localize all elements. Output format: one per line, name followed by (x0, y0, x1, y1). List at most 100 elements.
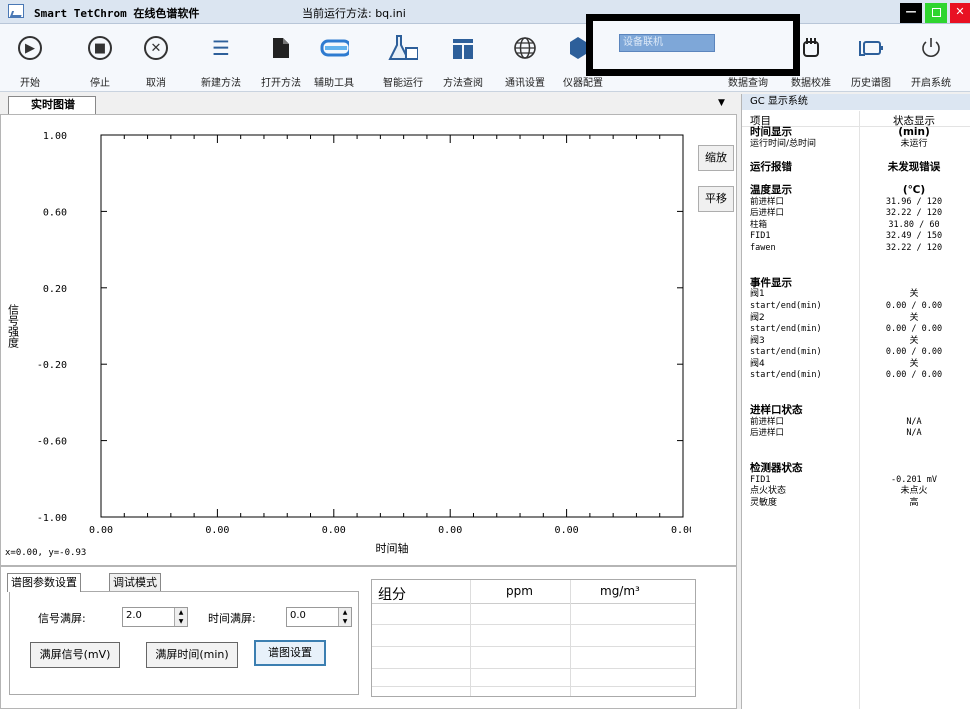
x-tick-label: 0.00 (322, 525, 346, 536)
gc-item-label: 阀2 (750, 312, 765, 323)
chart-settings-button[interactable]: 谱图设置 (254, 640, 326, 666)
gc-item-value: (min) (898, 126, 930, 138)
gc-status-row: 后进样口 32.22 / 120 (742, 208, 970, 220)
zoom-button[interactable]: 缩放 (698, 145, 734, 171)
gc-status-row: 检测器状态 (742, 463, 970, 475)
calibrate-icon (796, 34, 826, 62)
gc-status-row: 前进样口 31.96 / 120 (742, 197, 970, 209)
minimize-button[interactable]: — (900, 3, 922, 23)
x-tick-label: 0.00 (205, 525, 229, 536)
stop-button[interactable]: ■ 停止 (82, 24, 118, 92)
gc-item-value: 32.49 / 150 (885, 231, 943, 242)
coordinate-readout: x=0.00, y=-0.93 (5, 548, 87, 558)
col-component: 组分 (378, 587, 406, 603)
gc-item-value: N/A (906, 428, 922, 439)
aux-tools-label: 辅助工具 (314, 78, 354, 89)
start-button[interactable]: ▶ 开始 (12, 24, 48, 92)
data-calibrate-label: 数据校准 (791, 78, 831, 89)
col-ppm: ppm (506, 584, 533, 598)
fullscreen-time-button[interactable]: 满屏时间(min) (146, 642, 238, 668)
highlight-box: 设备联机 (586, 14, 800, 76)
tab-chart-params[interactable]: 谱图参数设置 (7, 573, 81, 592)
signal-fullscreen-value: 2.0 (126, 610, 142, 621)
gc-status-row: 事件显示 (742, 277, 970, 290)
gc-item-label: fawen (750, 242, 776, 253)
stop-label: 停止 (90, 78, 110, 89)
method-lookup-button[interactable]: 方法查阅 (438, 24, 488, 92)
gc-item-label: start/end(min) (750, 370, 822, 381)
y-tick-label: 1.00 (43, 131, 67, 142)
maximize-button[interactable] (925, 3, 947, 23)
col-mg-m3: mg/m³ (600, 584, 640, 598)
signal-fullscreen-spinner[interactable]: 2.0 ▲ ▼ (122, 607, 188, 627)
close-button[interactable]: ✕ (950, 3, 970, 23)
gc-item-label: 阀3 (750, 335, 765, 346)
main-toolbar: ▶ 开始 ■ 停止 ✕ 取消 ☰ 新建方法 打开方法 辅助工具 智能运行 方法查… (0, 24, 970, 92)
pan-button[interactable]: 平移 (698, 186, 734, 212)
gc-status-row: 阀1 关 (742, 289, 970, 301)
comm-settings-button[interactable]: 通讯设置 (498, 24, 552, 92)
smart-run-button[interactable]: 智能运行 (378, 24, 428, 92)
gc-item-value: N/A (906, 416, 922, 427)
gc-status-row: fawen 32.22 / 120 (742, 243, 970, 255)
flask-icon (388, 34, 418, 62)
title-bar: Smart TetChrom 在线色谱软件 当前运行方法: bq.ini — ✕ (0, 0, 970, 24)
y-tick-label: 0.60 (43, 207, 67, 218)
history-chart-button[interactable]: 历史谱图 (844, 24, 898, 92)
app-title: Smart TetChrom 在线色谱软件 (34, 7, 200, 20)
new-method-button[interactable]: ☰ 新建方法 (196, 24, 246, 92)
gc-status-row: 进样口状态 (742, 405, 970, 417)
gc-item-label: FID1 (750, 231, 771, 242)
gc-status-row: 后进样口 N/A (742, 428, 970, 440)
gc-item-label: 阀4 (750, 358, 765, 369)
gc-display-panel: GC 显示系统 项目 状态显示 时间显示 (min) 运行时间/总时间 未运行 运行报错… (741, 94, 970, 709)
gc-item-label: 检测器状态 (750, 462, 803, 475)
gc-status-row (742, 382, 970, 394)
gc-status-row (742, 255, 970, 267)
tab-dropdown-icon[interactable]: ▼ (718, 98, 725, 108)
gc-status-row: 时间显示 (min) (742, 127, 970, 139)
device-online-option[interactable]: 设备联机 (619, 34, 715, 52)
gc-status-row: 运行报错 未发现错误 (742, 160, 970, 174)
gc-item-label: 运行报错 (750, 160, 792, 173)
method-lookup-label: 方法查阅 (443, 78, 483, 89)
bottom-panel: 谱图参数设置 调试模式 信号满屏: 2.0 ▲ ▼ 时间满屏: 0.0 ▲ ▼ 满屏… (0, 566, 737, 709)
fullscreen-signal-button[interactable]: 满屏信号(mV) (30, 642, 120, 668)
x-tick-label: 0.00 (89, 525, 113, 536)
signal-fullscreen-label: 信号满屏: (38, 612, 86, 625)
gc-item-value: 未点火 (900, 486, 928, 497)
system-power-button[interactable]: 开启系统 (904, 24, 958, 92)
gc-item-value: (℃) (902, 183, 926, 196)
gc-item-value: 31.96 / 120 (885, 196, 943, 207)
instrument-config-label: 仪器配置 (563, 78, 603, 89)
open-file-icon (266, 34, 296, 62)
time-fullscreen-spinner[interactable]: 0.0 ▲ ▼ (286, 607, 352, 627)
component-table-header: 组分 ppm mg/m³ (372, 580, 695, 604)
data-query-label: 数据查询 (728, 78, 768, 89)
aux-tools-button[interactable]: 辅助工具 (310, 24, 358, 92)
time-fullscreen-label: 时间满屏: (208, 612, 256, 625)
x-tick-label: 0.00 (438, 525, 462, 536)
spinner-arrows-icon[interactable]: ▲ ▼ (338, 608, 351, 626)
gc-item-label: FID1 (750, 474, 771, 485)
gc-item-value: 0.00 / 0.00 (885, 324, 943, 335)
spinner-arrows-icon[interactable]: ▲ ▼ (174, 608, 187, 626)
chart-tabstrip: 实时图谱 ▼ (0, 94, 737, 114)
tab-debug-mode[interactable]: 调试模式 (109, 573, 161, 592)
x-tick-label: 0.00 (671, 525, 691, 536)
cancel-button[interactable]: ✕ 取消 (138, 24, 174, 92)
gc-status-row: FID1 -0.201 mV (742, 475, 970, 487)
realtime-chart[interactable]: 1.00 0.60 0.20 -0.20 -0.60 -1.00 0.00 0.00 0.00 0… (1, 115, 692, 565)
component-table: 组分 ppm mg/m³ (371, 579, 696, 697)
gc-status-row: start/end(min) 0.00 / 0.00 (742, 347, 970, 359)
plot-frame (100, 134, 684, 518)
goggles-icon (319, 34, 349, 62)
gc-item-value: 关 (909, 289, 919, 300)
gc-status-row: start/end(min) 0.00 / 0.00 (742, 370, 970, 382)
gc-status-row: start/end(min) 0.00 / 0.00 (742, 324, 970, 336)
tab-realtime-chart[interactable]: 实时图谱 (8, 96, 96, 114)
y-tick-label: 0.20 (43, 284, 67, 295)
open-method-button[interactable]: 打开方法 (256, 24, 306, 92)
gc-status-row (742, 266, 970, 278)
y-tick-label: -0.60 (37, 437, 67, 448)
